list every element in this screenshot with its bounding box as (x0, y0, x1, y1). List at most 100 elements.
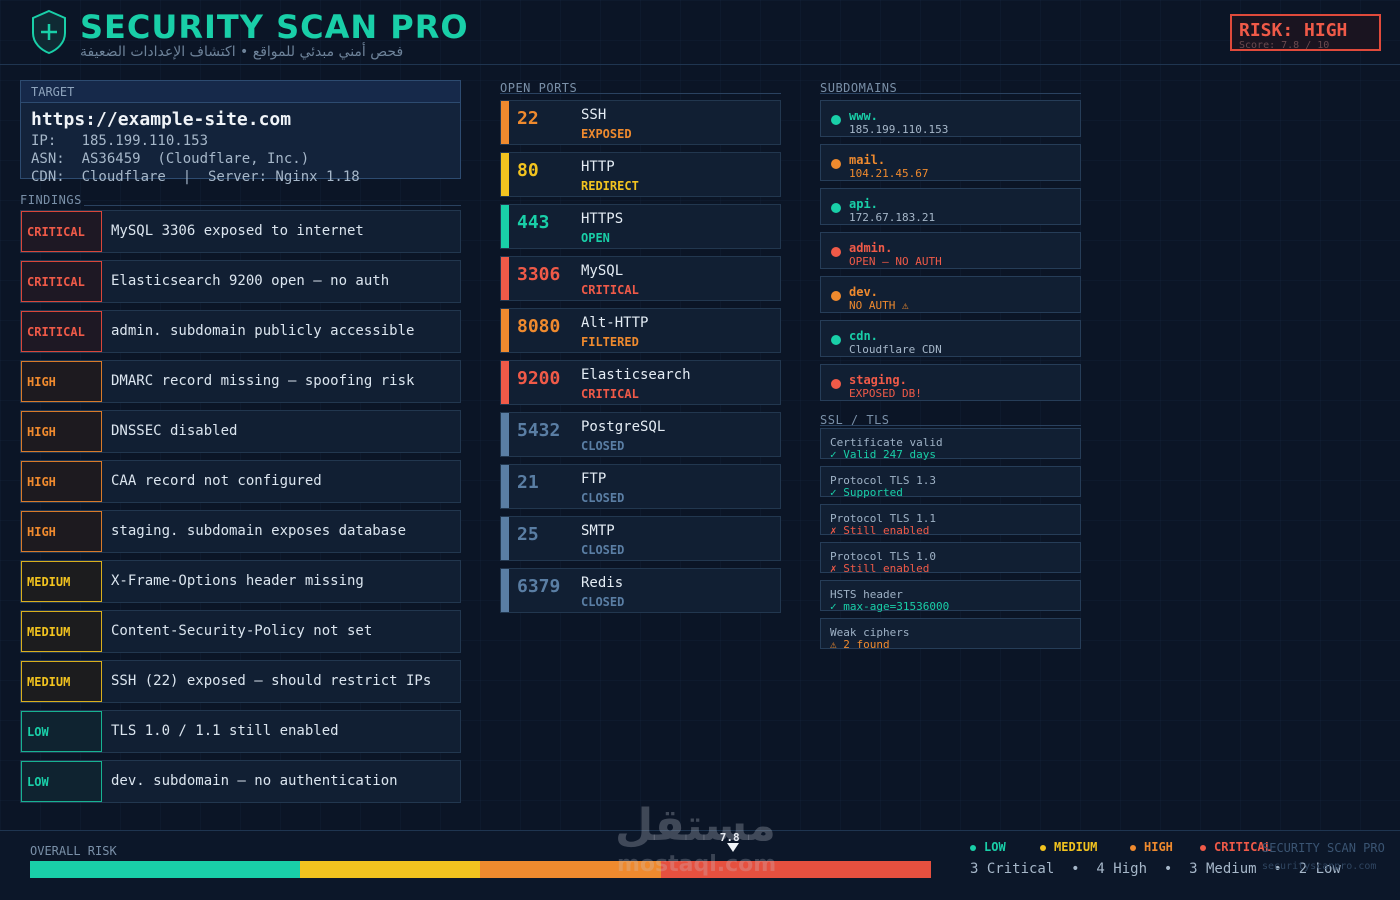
port-number: 25 (517, 524, 539, 545)
port-service: Redis (581, 575, 624, 591)
status-dot-icon (831, 203, 841, 213)
subdomain-name: admin. (849, 241, 893, 255)
port-service: HTTPS (581, 211, 624, 227)
status-dot-icon (831, 379, 841, 389)
finding-text: Content-Security-Policy not set (111, 623, 373, 639)
risk-bar-segment (30, 861, 301, 878)
port-status: OPEN (581, 231, 610, 245)
port-number: 80 (517, 160, 539, 181)
finding-row[interactable]: MEDIUM SSH (22) exposed — should restrict… (20, 660, 461, 703)
subdomain-row[interactable]: admin. OPEN — NO AUTH (820, 232, 1081, 269)
target-url[interactable]: https://example-site.com (31, 109, 291, 130)
port-row[interactable]: 5432 PostgreSQL CLOSED (500, 412, 781, 457)
ssl-check-row: Protocol TLS 1.1 ✗ Still enabled (820, 504, 1081, 537)
target-ip: IP: 185.199.110.153 (31, 133, 209, 149)
subdomain-info: EXPOSED DB! (849, 387, 922, 400)
port-row[interactable]: 25 SMTP CLOSED (500, 516, 781, 561)
ssl-check-status: ✗ Still enabled (830, 562, 930, 575)
ssl-divider (820, 425, 1081, 426)
finding-text: X-Frame-Options header missing (111, 573, 364, 589)
port-status-bar (501, 569, 509, 612)
legend-dot-icon (1200, 844, 1206, 851)
port-status-bar (501, 361, 509, 404)
port-row[interactable]: 9200 Elasticsearch CRITICAL (500, 360, 781, 405)
port-status: FILTERED (581, 335, 639, 349)
subdomain-name: api. (849, 197, 878, 211)
app-subtitle: فحص أمني مبدئي للمواقع • اكتشاف الإعدادا… (80, 44, 404, 60)
severity-badge: MEDIUM (21, 561, 102, 602)
finding-row[interactable]: HIGH DNSSEC disabled (20, 410, 461, 453)
port-service: Elasticsearch (581, 367, 691, 383)
legend-label: HIGH (1144, 840, 1173, 854)
finding-text: DNSSEC disabled (111, 423, 238, 439)
ssl-check-row: Certificate valid ✓ Valid 247 days (820, 428, 1081, 461)
severity-badge: HIGH (21, 511, 102, 552)
port-status-bar (501, 517, 509, 560)
finding-row[interactable]: HIGH CAA record not configured (20, 460, 461, 503)
port-number: 22 (517, 108, 539, 129)
finding-row[interactable]: LOW dev. subdomain — no authentication (20, 760, 461, 803)
finding-text: admin. subdomain publicly accessible (111, 323, 415, 339)
findings-label: FINDINGS (20, 193, 82, 207)
finding-row[interactable]: CRITICAL MySQL 3306 exposed to internet (20, 210, 461, 253)
subdomain-row[interactable]: mail. 104.21.45.67 (820, 144, 1081, 181)
port-status: CLOSED (581, 543, 625, 557)
port-status: CLOSED (581, 491, 625, 505)
severity-badge: LOW (21, 711, 102, 752)
finding-text: staging. subdomain exposes database (111, 523, 407, 539)
finding-row[interactable]: LOW TLS 1.0 / 1.1 still enabled (20, 710, 461, 753)
port-row[interactable]: 443 HTTPS OPEN (500, 204, 781, 249)
app-title: SECURITY SCAN PRO (80, 8, 469, 46)
target-label: TARGET (21, 81, 460, 103)
port-row[interactable]: 8080 Alt-HTTP FILTERED (500, 308, 781, 353)
legend-dot-icon (1040, 844, 1046, 851)
severity-badge: CRITICAL (21, 261, 102, 302)
legend-label: LOW (984, 840, 1006, 854)
port-status-bar (501, 257, 509, 300)
watermark-url: mostaql.com (617, 852, 777, 877)
port-number: 3306 (517, 264, 561, 285)
port-status: CLOSED (581, 595, 625, 609)
subdomain-row[interactable]: api. 172.67.183.21 (820, 188, 1081, 225)
port-service: PostgreSQL (581, 419, 666, 435)
port-status-bar (501, 465, 509, 508)
severity-badge: HIGH (21, 411, 102, 452)
target-panel: TARGET https://example-site.com IP: 185.… (20, 80, 461, 185)
severity-badge: LOW (21, 761, 102, 802)
ssl-check-row: Protocol TLS 1.0 ✗ Still enabled (820, 542, 1081, 575)
port-number: 8080 (517, 316, 561, 337)
port-status-bar (501, 309, 509, 352)
findings-divider (84, 205, 461, 206)
port-row[interactable]: 6379 Redis CLOSED (500, 568, 781, 613)
ssl-check-row: Weak ciphers ⚠ 2 found (820, 618, 1081, 651)
finding-row[interactable]: CRITICAL Elasticsearch 9200 open — no aut… (20, 260, 461, 303)
legend-label: MEDIUM (1054, 840, 1098, 854)
subdomain-row[interactable]: cdn. Cloudflare CDN (820, 320, 1081, 357)
finding-row[interactable]: HIGH DMARC record missing — spoofing risk (20, 360, 461, 403)
ssl-check-row: Protocol TLS 1.3 ✓ Supported (820, 466, 1081, 499)
port-row[interactable]: 22 SSH EXPOSED (500, 100, 781, 145)
finding-row[interactable]: CRITICAL admin. subdomain publicly access… (20, 310, 461, 353)
app-header: SECURITY SCAN PRO فحص أمني مبدئي للمواقع… (0, 0, 1400, 65)
finding-row[interactable]: MEDIUM X-Frame-Options header missing (20, 560, 461, 603)
legend-item: LOW (970, 840, 1006, 854)
port-status: EXPOSED (581, 127, 632, 141)
subdomain-row[interactable]: www. 185.199.110.153 (820, 100, 1081, 137)
status-dot-icon (831, 247, 841, 257)
target-asn: ASN: AS36459 (Cloudflare, Inc.) (31, 151, 310, 167)
ssl-check-status: ✓ max-age=31536000 (830, 600, 950, 613)
finding-row[interactable]: MEDIUM Content-Security-Policy not set (20, 610, 461, 653)
port-row[interactable]: 3306 MySQL CRITICAL (500, 256, 781, 301)
legend-item: HIGH (1130, 840, 1173, 854)
legend-item: MEDIUM (1040, 840, 1097, 854)
port-service: SMTP (581, 523, 615, 539)
finding-row[interactable]: HIGH staging. subdomain exposes database (20, 510, 461, 553)
subdomain-row[interactable]: staging. EXPOSED DB! (820, 364, 1081, 401)
finding-text: TLS 1.0 / 1.1 still enabled (111, 723, 339, 739)
port-row[interactable]: 80 HTTP REDIRECT (500, 152, 781, 197)
finding-text: MySQL 3306 exposed to internet (111, 223, 364, 239)
port-status: CRITICAL (581, 387, 639, 401)
ports-divider (500, 93, 781, 94)
subdomain-row[interactable]: dev. NO AUTH ⚠ (820, 276, 1081, 313)
port-row[interactable]: 21 FTP CLOSED (500, 464, 781, 509)
